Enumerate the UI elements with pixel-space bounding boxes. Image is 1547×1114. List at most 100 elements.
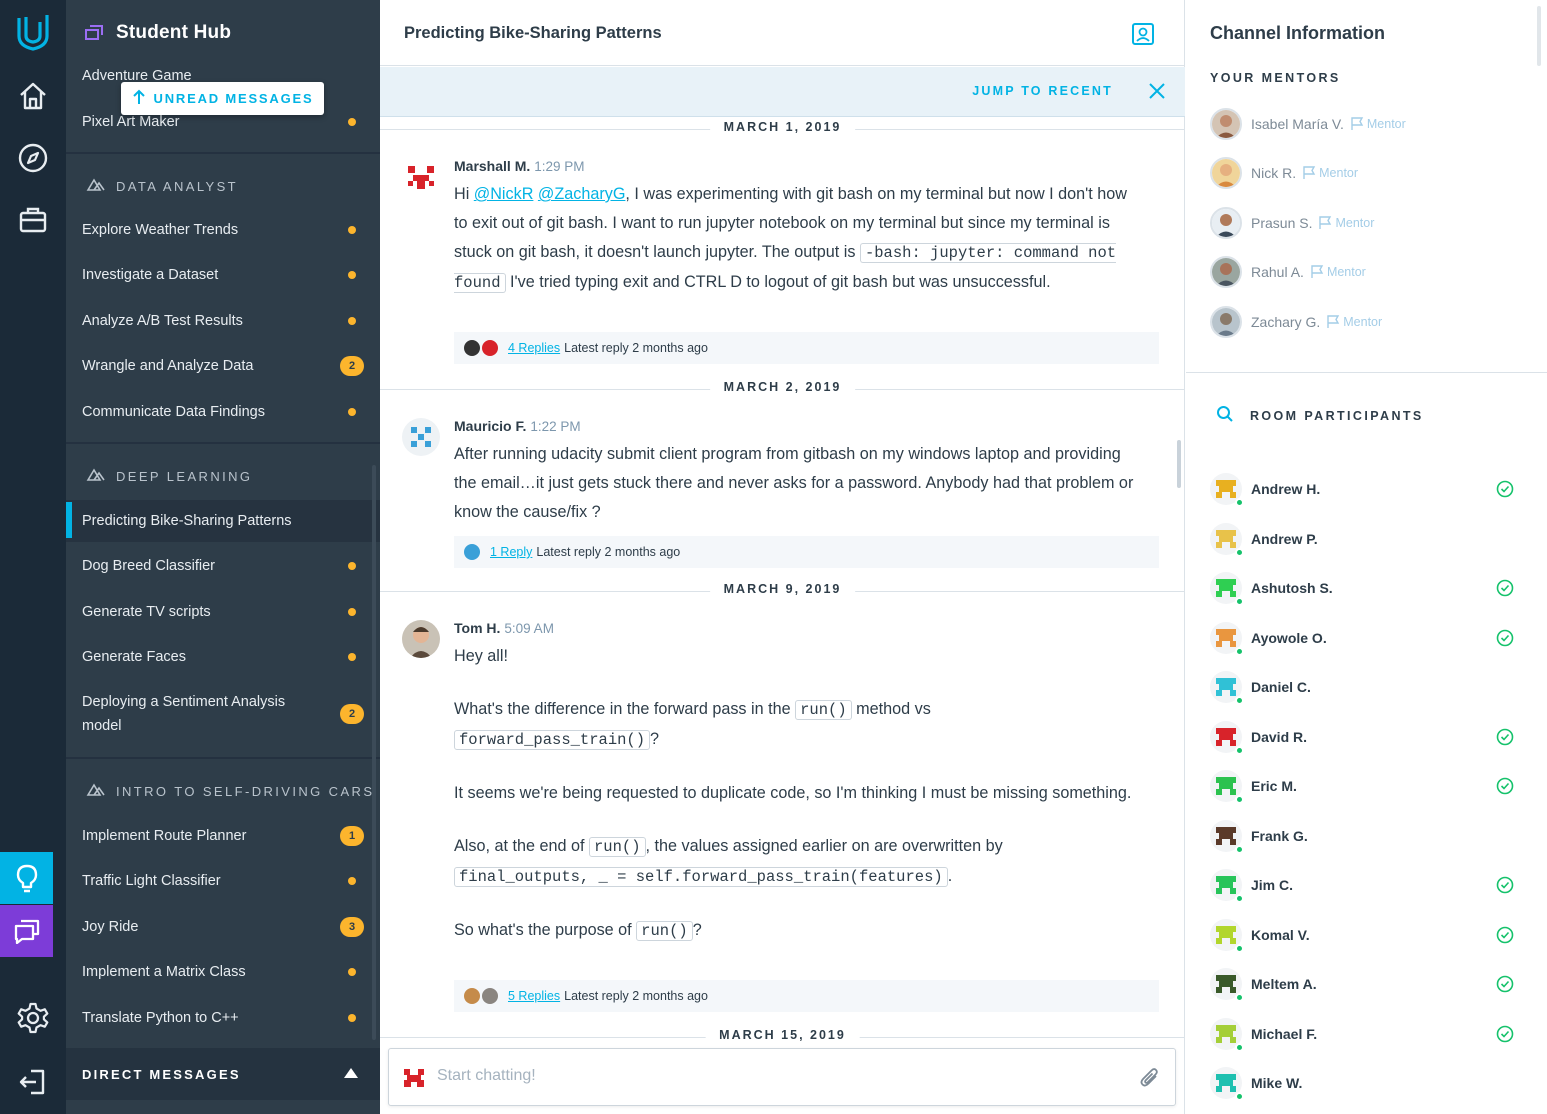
verified-check-icon	[1496, 728, 1514, 751]
unread-dot	[348, 1014, 356, 1022]
verified-check-icon	[1496, 876, 1514, 899]
section-header-deep-learning: DEEP LEARNING	[86, 468, 252, 485]
mentor-item[interactable]: Rahul A. Mentor	[1210, 255, 1366, 289]
jump-to-recent-bar: JUMP TO RECENT	[380, 67, 1185, 117]
participant-item[interactable]: Mike W.	[1210, 1065, 1530, 1101]
channel-item[interactable]: Explore Weather Trends	[66, 209, 380, 251]
date-separator: MARCH 9, 2019	[380, 582, 1185, 602]
channel-item[interactable]: Generate Faces	[66, 636, 380, 678]
thread-summary[interactable]: 1 Reply Latest reply 2 months ago	[454, 536, 1159, 568]
participant-item[interactable]: Komal V.	[1210, 917, 1530, 953]
participant-item[interactable]: Meltem A.	[1210, 966, 1530, 1002]
message-body: Hi @NickR @ZacharyG, I was experimenting…	[454, 185, 1127, 293]
online-status-dot	[1235, 795, 1244, 804]
participant-name: Ayowole O.	[1251, 629, 1327, 646]
channel-title: Predicting Bike-Sharing Patterns	[404, 24, 662, 42]
mention-link[interactable]: @NickR	[474, 185, 534, 203]
student-hub-icon[interactable]	[0, 905, 53, 957]
online-status-dot	[1235, 547, 1244, 557]
replies-link[interactable]: 5 Replies	[508, 989, 560, 1003]
channel-item[interactable]: Joy Ride 3	[66, 906, 380, 948]
participant-item[interactable]: David R.	[1210, 719, 1530, 755]
chat-header: Predicting Bike-Sharing Patterns	[380, 0, 1185, 66]
mentor-item[interactable]: Isabel María V. Mentor	[1210, 107, 1406, 141]
home-icon[interactable]	[0, 70, 66, 122]
chat-input[interactable]	[437, 1067, 1117, 1085]
verified-check-icon	[1496, 926, 1514, 949]
knowledge-lightbulb-icon[interactable]	[0, 852, 53, 904]
close-icon[interactable]	[1147, 81, 1167, 106]
channel-item[interactable]: Implement a Matrix Class	[66, 951, 380, 993]
thread-summary[interactable]: 5 Replies Latest reply 2 months ago	[454, 980, 1159, 1012]
message-time: 1:29 PM	[534, 159, 585, 174]
channel-item-active[interactable]: Predicting Bike-Sharing Patterns	[66, 500, 380, 542]
user-avatar	[402, 620, 440, 658]
briefcase-icon[interactable]	[0, 194, 66, 246]
replies-link[interactable]: 1 Reply	[490, 545, 532, 559]
direct-messages-toggle[interactable]: DIRECT MESSAGES	[66, 1048, 380, 1100]
channel-item[interactable]: Implement Route Planner 1	[66, 815, 380, 857]
chat-panel: Predicting Bike-Sharing Patterns JUMP TO…	[380, 0, 1185, 1114]
section-divider	[66, 152, 380, 154]
chat-scrollbar[interactable]	[1177, 440, 1181, 488]
unread-count-badge: 2	[340, 356, 364, 376]
attachment-paperclip-icon[interactable]	[1139, 1065, 1161, 1094]
channel-item[interactable]: Traffic Light Classifier	[66, 860, 380, 902]
channel-item[interactable]: Wrangle and Analyze Data 2	[66, 345, 380, 387]
participant-item[interactable]: Andrew H.	[1210, 471, 1530, 507]
channel-item[interactable]: Deploying a Sentiment Analysis model 2	[66, 684, 380, 744]
participant-item[interactable]: Ashutosh S.	[1210, 570, 1530, 606]
channel-item[interactable]: Analyze A/B Test Results	[66, 300, 380, 342]
mentor-item[interactable]: Prasun S. Mentor	[1210, 206, 1374, 240]
participant-item[interactable]: Eric M.	[1210, 768, 1530, 804]
participant-item[interactable]: Ayowole O.	[1210, 620, 1530, 656]
verified-check-icon	[1496, 1025, 1514, 1048]
participant-avatar	[1210, 1067, 1244, 1101]
mention-link[interactable]: @ZacharyG	[538, 185, 626, 203]
reply-avatar	[464, 988, 480, 1004]
explore-compass-icon[interactable]	[0, 132, 66, 184]
inline-code: run()	[636, 921, 693, 941]
message-author: Mauricio F. 1:22 PM	[454, 418, 581, 434]
icon-rail	[0, 0, 66, 1114]
channel-item[interactable]: Translate Python to C++	[66, 997, 380, 1039]
online-status-dot	[1235, 745, 1244, 755]
mentor-role: Mentor	[1326, 315, 1382, 329]
info-scrollbar[interactable]	[1537, 6, 1541, 66]
unread-dot	[348, 968, 356, 976]
mentor-item[interactable]: Zachary G. Mentor	[1210, 305, 1382, 339]
participant-item[interactable]: Frank G.	[1210, 818, 1530, 854]
participant-item[interactable]: Jim C.	[1210, 867, 1530, 903]
nanodegree-icon	[86, 468, 106, 485]
online-status-dot	[1235, 597, 1244, 606]
jump-to-recent-button[interactable]: JUMP TO RECENT	[972, 84, 1113, 98]
channel-item[interactable]: Dog Breed Classifier	[66, 545, 380, 587]
search-icon[interactable]	[1216, 405, 1234, 426]
logout-icon[interactable]	[0, 1056, 66, 1108]
mentor-avatar	[1210, 306, 1242, 338]
unread-messages-button[interactable]: UNREAD MESSAGES	[121, 82, 324, 115]
participant-item[interactable]: Michael F.	[1210, 1016, 1530, 1052]
replies-link[interactable]: 4 Replies	[508, 341, 560, 355]
mentor-role: Mentor	[1310, 265, 1366, 279]
channel-info-toggle-icon[interactable]	[1131, 22, 1155, 51]
sidebar-scrollbar[interactable]	[372, 465, 376, 1040]
channel-item[interactable]: Investigate a Dataset	[66, 254, 380, 296]
verified-check-icon	[1496, 777, 1514, 800]
user-avatar	[402, 418, 440, 456]
mentors-heading: YOUR MENTORS	[1210, 71, 1341, 85]
section-header-data-analyst: DATA ANALYST	[86, 178, 238, 195]
settings-gear-icon[interactable]	[0, 992, 66, 1044]
participant-item[interactable]: Andrew P.	[1210, 521, 1530, 557]
latest-reply-text: Latest reply 2 months ago	[536, 545, 681, 559]
message-time: 5:09 AM	[504, 621, 554, 636]
section-divider	[66, 757, 380, 759]
online-status-dot	[1235, 844, 1244, 854]
thread-summary[interactable]: 4 Replies Latest reply 2 months ago	[454, 332, 1159, 364]
mentor-item[interactable]: Nick R. Mentor	[1210, 156, 1358, 190]
participant-name: Jim C.	[1251, 877, 1294, 893]
udacity-logo-icon[interactable]	[0, 6, 66, 58]
channel-item[interactable]: Communicate Data Findings	[66, 391, 380, 433]
participant-item[interactable]: Daniel C.	[1210, 669, 1530, 705]
channel-item[interactable]: Generate TV scripts	[66, 591, 380, 633]
